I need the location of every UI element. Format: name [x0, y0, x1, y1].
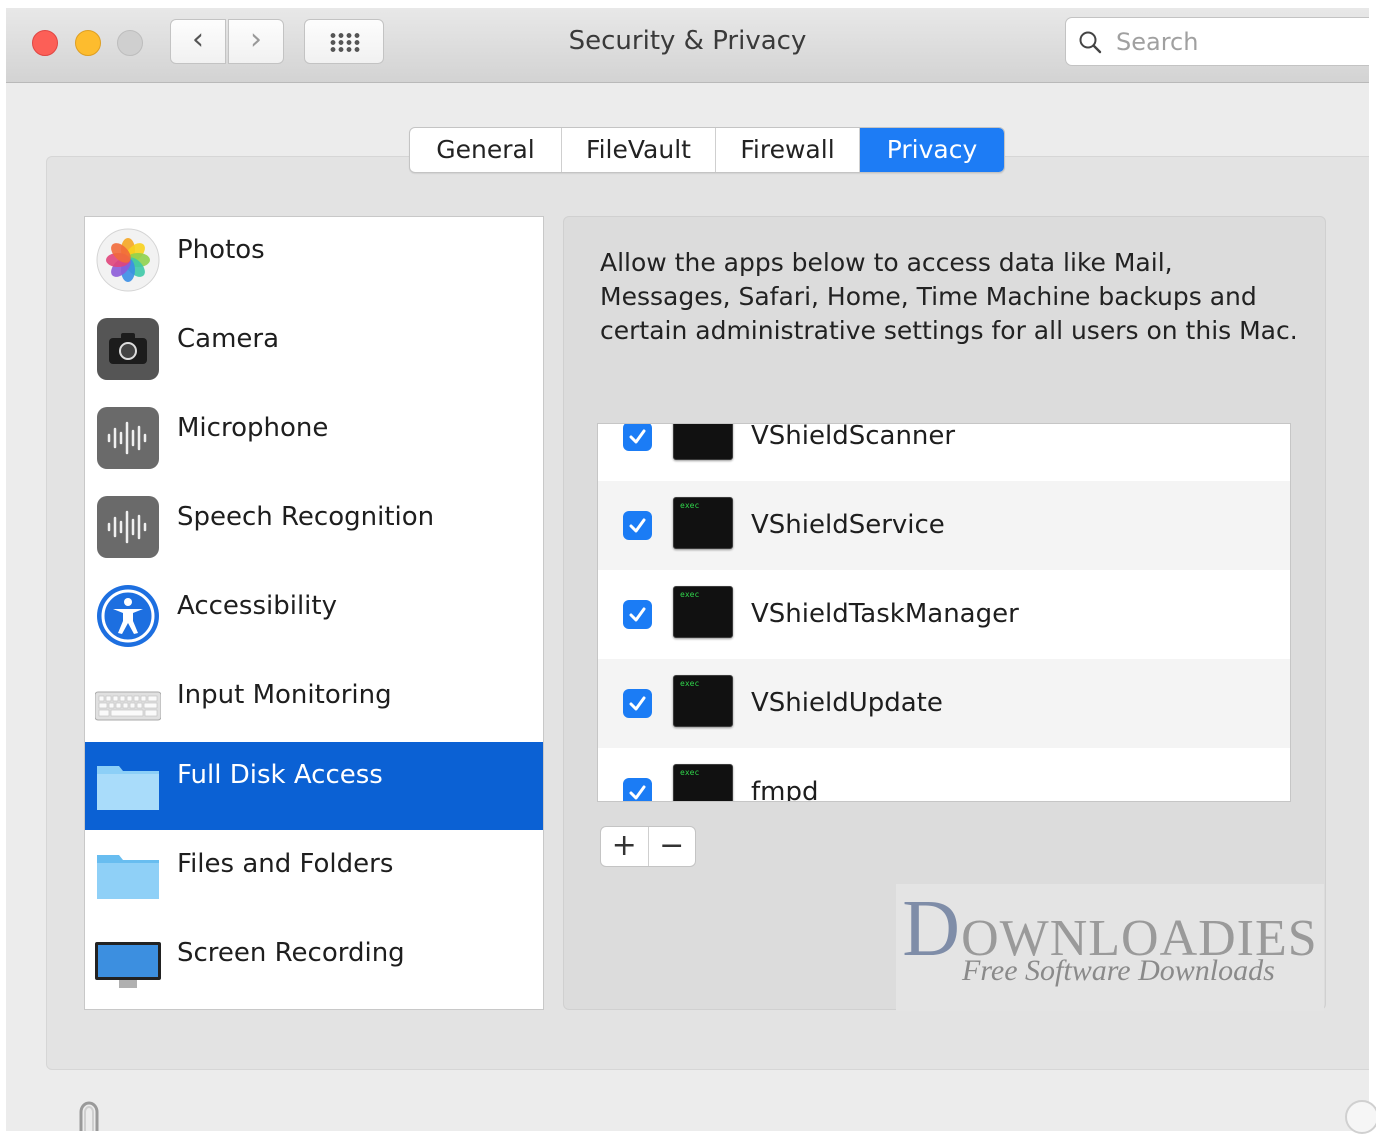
add-app-button[interactable]: +: [601, 827, 649, 866]
app-row-vshieldupdate[interactable]: exec VShieldUpdate: [598, 659, 1290, 748]
checkmark-icon: [629, 785, 646, 800]
checkmark-icon: [629, 429, 646, 444]
sidebar-item-label: Full Disk Access: [177, 760, 383, 790]
watermark-subtitle: Free Software Downloads: [962, 954, 1275, 987]
sidebar-item-label: Files and Folders: [177, 849, 394, 879]
terminal-exec-icon: exec: [673, 675, 733, 727]
microphone-icon: [97, 407, 159, 469]
app-row-fmpd[interactable]: exec fmpd: [598, 748, 1290, 802]
privacy-category-list: Photos Camera Microphone Speech Recognit…: [84, 216, 544, 1010]
sidebar-item-photos[interactable]: Photos: [85, 217, 543, 305]
checkmark-icon: [629, 518, 646, 533]
tab-bar: General FileVault Firewall Privacy: [409, 127, 1005, 173]
app-checkbox[interactable]: [623, 778, 652, 801]
sidebar-item-label: Camera: [177, 324, 280, 354]
folder-icon: [97, 766, 159, 810]
checkmark-icon: [629, 607, 646, 622]
sidebar-item-label: Microphone: [177, 413, 329, 443]
terminal-exec-icon: exec: [673, 764, 733, 801]
tab-firewall[interactable]: Firewall: [716, 128, 860, 172]
sidebar-item-accessibility[interactable]: Accessibility: [85, 573, 543, 661]
accessibility-icon: [97, 585, 159, 647]
app-checkbox[interactable]: [623, 600, 652, 629]
terminal-exec-icon: exec: [673, 424, 733, 460]
app-name: fmpd: [751, 777, 819, 802]
checkmark-icon: [629, 696, 646, 711]
tab-privacy[interactable]: Privacy: [860, 128, 1004, 172]
add-remove-control: + −: [600, 826, 696, 867]
photos-icon: [96, 228, 160, 292]
app-list[interactable]: exec VShieldScanner exec VShieldService …: [597, 423, 1291, 802]
app-name: VShieldScanner: [751, 423, 956, 451]
app-checkbox[interactable]: [623, 511, 652, 540]
sidebar-item-label: Screen Recording: [177, 938, 405, 968]
pane-description: Allow the apps below to access data like…: [600, 248, 1298, 345]
title-bar: ‹ › Security & Privacy: [6, 8, 1369, 83]
app-name: VShieldTaskManager: [751, 599, 1019, 629]
app-name: VShieldService: [751, 510, 945, 540]
app-checkbox[interactable]: [623, 424, 652, 451]
app-row-vshieldtaskmanager[interactable]: exec VShieldTaskManager: [598, 570, 1290, 659]
sidebar-item-files-and-folders[interactable]: Files and Folders: [85, 831, 543, 919]
lock-icon[interactable]: [74, 1100, 104, 1131]
sidebar-item-input-monitoring[interactable]: Input Monitoring: [85, 662, 543, 750]
app-checkbox[interactable]: [623, 689, 652, 718]
help-button[interactable]: [1345, 1100, 1376, 1134]
remove-app-button[interactable]: −: [649, 827, 696, 866]
camera-icon: [97, 318, 159, 380]
display-icon: [95, 942, 161, 988]
tab-general[interactable]: General: [410, 128, 562, 172]
sidebar-item-label: Input Monitoring: [177, 680, 392, 710]
tab-filevault[interactable]: FileVault: [562, 128, 716, 172]
sidebar-item-screen-recording[interactable]: Screen Recording: [85, 920, 543, 1008]
search-input[interactable]: [1114, 26, 1368, 58]
search-icon: [1079, 31, 1102, 54]
sidebar-item-label: Speech Recognition: [177, 502, 435, 532]
search-field[interactable]: [1065, 17, 1369, 66]
terminal-exec-icon: exec: [673, 497, 733, 549]
app-row-vshieldscanner[interactable]: exec VShieldScanner: [598, 423, 1290, 481]
sidebar-item-label: Accessibility: [177, 591, 337, 621]
app-row-vshieldservice[interactable]: exec VShieldService: [598, 481, 1290, 570]
sidebar-item-microphone[interactable]: Microphone: [85, 395, 543, 483]
folder-icon: [97, 855, 159, 899]
app-name: VShieldUpdate: [751, 688, 943, 718]
keyboard-icon: [95, 691, 161, 721]
watermark-logo: DOWNLOADIES Free Software Downloads: [896, 884, 1324, 1011]
sidebar-item-camera[interactable]: Camera: [85, 306, 543, 394]
sidebar-item-label: Photos: [177, 235, 265, 265]
sidebar-item-full-disk-access[interactable]: Full Disk Access: [85, 742, 543, 830]
speech-recognition-icon: [97, 496, 159, 558]
terminal-exec-icon: exec: [673, 586, 733, 638]
sidebar-item-speech-recognition[interactable]: Speech Recognition: [85, 484, 543, 572]
